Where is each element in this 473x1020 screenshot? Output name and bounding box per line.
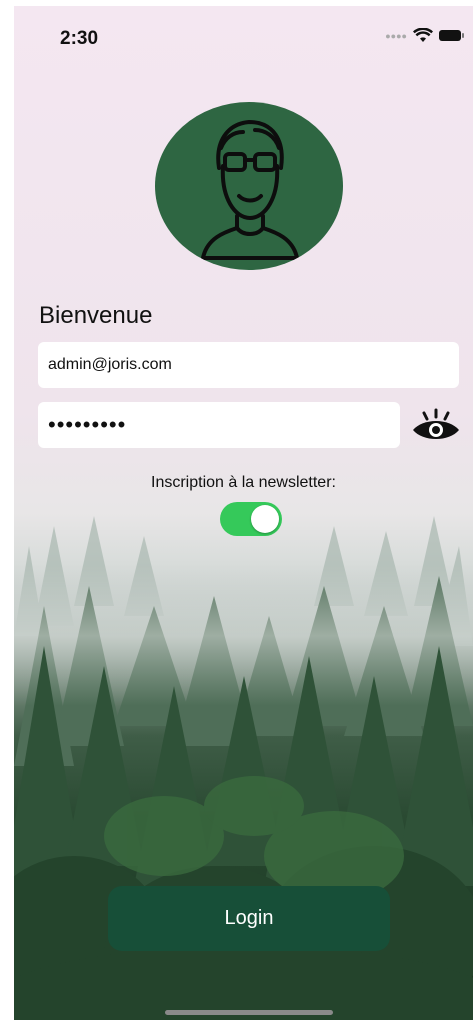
login-screen: 2:30 ●●●● Bienvenue admin@joris.com ••••… xyxy=(14,6,473,1020)
welcome-title: Bienvenue xyxy=(39,302,153,329)
email-field[interactable] xyxy=(38,342,459,388)
wifi-icon xyxy=(413,28,433,42)
battery-icon xyxy=(439,30,464,41)
newsletter-label: Inscription à la newsletter: xyxy=(151,474,336,491)
user-avatar-icon xyxy=(201,120,299,260)
user-avatar xyxy=(155,102,343,270)
eye-icon xyxy=(413,408,459,439)
status-indicators: ●●●● xyxy=(385,28,464,43)
toggle-knob xyxy=(251,505,279,533)
show-password-button[interactable] xyxy=(409,406,463,446)
login-button[interactable]: Login xyxy=(108,886,390,951)
newsletter-toggle[interactable] xyxy=(220,502,282,536)
status-time: 2:30 xyxy=(60,28,99,49)
home-indicator xyxy=(165,1010,333,1015)
password-field[interactable] xyxy=(38,402,400,448)
signal-dots-icon: ●●●● xyxy=(385,30,407,41)
